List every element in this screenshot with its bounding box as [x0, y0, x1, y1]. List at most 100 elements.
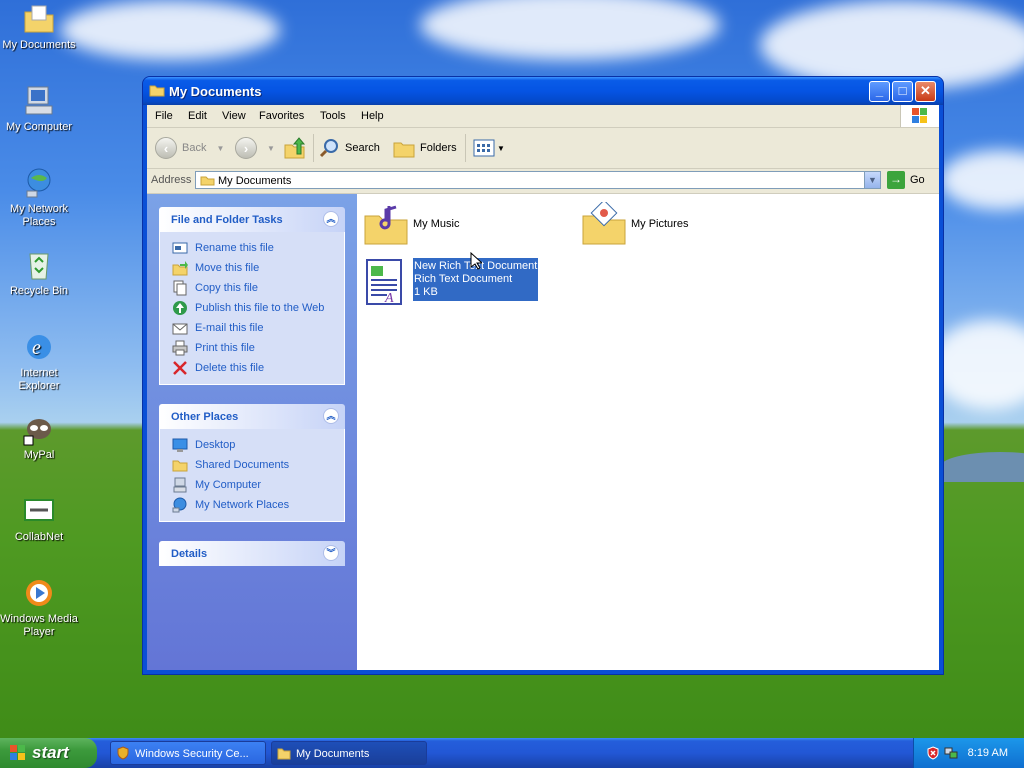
up-folder-button[interactable]	[283, 136, 307, 160]
folder-icon	[200, 176, 215, 186]
folders-icon	[393, 142, 415, 158]
place-desktop[interactable]: Desktop	[160, 435, 344, 455]
window-client: File Edit View Favorites Tools Help ‹ Ba…	[147, 105, 939, 670]
window-titlebar[interactable]: My Documents _ □ ✕	[143, 77, 943, 105]
toolbar-separator	[465, 134, 466, 162]
desktop-icon-my-documents[interactable]: My Documents	[0, 2, 78, 52]
minimize-button[interactable]: _	[869, 81, 890, 102]
svg-text:A: A	[384, 291, 394, 306]
file-name: My Music	[413, 218, 460, 230]
file-folder-tasks-body: Rename this file Move this file Copy thi…	[159, 232, 345, 385]
network-globe-icon	[172, 497, 187, 513]
desktop-icon-recycle-bin[interactable]: Recycle Bin	[0, 248, 78, 298]
raccoon-icon	[22, 412, 56, 446]
maximize-button[interactable]: □	[892, 81, 913, 102]
desktop-icon-label: Recycle Bin	[9, 285, 69, 297]
task-delete-file[interactable]: Delete this file	[160, 358, 344, 378]
file-new-rich-text-document[interactable]: A New Rich Text Document Rich Text Docum…	[363, 258, 563, 308]
forward-arrow-icon: ›	[235, 137, 257, 159]
desktop-icon-label: CollabNet	[14, 531, 64, 543]
menu-bar: File Edit View Favorites Tools Help	[147, 105, 939, 128]
computer-icon	[173, 477, 187, 493]
expand-chevron-icon[interactable]: ︾	[323, 545, 339, 561]
task-copy-file[interactable]: Copy this file	[160, 278, 344, 298]
publish-web-icon	[173, 301, 187, 315]
taskbar-button-windows-security-center[interactable]: Windows Security Ce...	[110, 741, 266, 765]
menu-edit[interactable]: Edit	[188, 110, 207, 122]
go-button[interactable]: → Go	[887, 171, 925, 189]
task-email-file[interactable]: E-mail this file	[160, 318, 344, 338]
search-button[interactable]: Search	[319, 136, 380, 160]
address-input[interactable]: My Documents ▼	[195, 171, 881, 189]
task-label: Delete this file	[195, 362, 265, 374]
go-arrow-icon: →	[887, 171, 905, 189]
task-label: Publish this file to the Web	[195, 302, 325, 314]
place-my-computer[interactable]: My Computer	[160, 475, 344, 495]
folder-my-pictures[interactable]: My Pictures	[581, 199, 781, 252]
collapse-chevron-icon[interactable]: ︽	[323, 211, 339, 227]
security-alert-shield-icon[interactable]	[926, 746, 940, 760]
distant-hill	[940, 452, 1024, 482]
menu-file[interactable]: File	[155, 110, 173, 122]
forward-button[interactable]: › ▼	[235, 136, 275, 160]
back-button[interactable]: ‹ Back ▼	[155, 136, 224, 160]
address-dropdown-button[interactable]: ▼	[864, 172, 880, 188]
place-my-network-places[interactable]: My Network Places	[160, 495, 344, 515]
start-button[interactable]: start	[0, 738, 97, 768]
windows-flag-icon	[900, 105, 939, 127]
views-button[interactable]: ▼	[473, 136, 505, 160]
printer-icon	[172, 340, 188, 356]
taskbar-button-label: Windows Security Ce...	[135, 748, 249, 760]
copy-icon	[173, 280, 187, 296]
menu-help[interactable]: Help	[361, 110, 384, 122]
desktop-icon-mypal[interactable]: MyPal	[0, 412, 78, 462]
place-shared-documents[interactable]: Shared Documents	[160, 455, 344, 475]
address-bar: Address My Documents ▼ → Go	[147, 169, 939, 194]
explorer-window: My Documents _ □ ✕ File Edit View Favori…	[143, 77, 943, 674]
cloud	[60, 0, 280, 60]
close-button[interactable]: ✕	[915, 81, 936, 102]
toolbar-separator	[313, 134, 314, 162]
other-places-panel: Other Places ︽ Desktop Shared Documents	[159, 404, 345, 522]
taskbar-button-my-documents[interactable]: My Documents	[271, 741, 427, 765]
email-icon	[172, 323, 188, 335]
menu-view[interactable]: View	[222, 110, 246, 122]
mouse-cursor-icon	[470, 252, 482, 270]
task-label: E-mail this file	[195, 322, 264, 334]
menu-tools[interactable]: Tools	[320, 110, 346, 122]
taskbar-clock[interactable]: 8:19 AM	[968, 747, 1008, 759]
file-name: My Pictures	[631, 218, 689, 230]
folder-icon	[277, 748, 291, 760]
task-rename-file[interactable]: Rename this file	[160, 238, 344, 258]
collapse-chevron-icon[interactable]: ︽	[323, 408, 339, 424]
taskbar: start Windows Security Ce... My Document…	[0, 738, 1024, 768]
desktop-icon-label: MyPal	[23, 449, 55, 461]
address-label: Address	[151, 174, 192, 186]
desktop-icon-my-network-places[interactable]: My Network Places	[0, 166, 78, 229]
desktop-icon-collabnet[interactable]: CollabNet	[0, 494, 78, 544]
network-tray-icon[interactable]	[944, 746, 958, 760]
folder-icon	[149, 83, 165, 97]
task-publish-file[interactable]: Publish this file to the Web	[160, 298, 344, 318]
other-places-header[interactable]: Other Places ︽	[159, 404, 345, 429]
task-label: Move this file	[195, 262, 260, 274]
task-move-file[interactable]: Move this file	[160, 258, 344, 278]
folder-my-music[interactable]: My Music	[363, 202, 563, 252]
desktop-icon-my-computer[interactable]: My Computer	[0, 84, 78, 134]
desktop-icon-label: Internet Explorer	[18, 367, 60, 392]
panel-title: File and Folder Tasks	[171, 214, 283, 226]
folder-icon	[22, 2, 56, 36]
file-folder-tasks-header[interactable]: File and Folder Tasks ︽	[159, 207, 345, 232]
standard-toolbar: ‹ Back ▼ › ▼ Search Folders ▼	[147, 128, 939, 169]
cloud	[930, 320, 1024, 410]
desktop-icon-internet-explorer[interactable]: e Internet Explorer	[0, 330, 78, 393]
place-label: Desktop	[195, 439, 236, 451]
place-label: My Network Places	[195, 499, 290, 511]
window-title: My Documents	[169, 84, 262, 99]
desktop-icon-windows-media-player[interactable]: Windows Media Player	[0, 576, 78, 639]
shared-folder-icon	[172, 460, 188, 472]
details-header[interactable]: Details ︾	[159, 541, 345, 566]
task-print-file[interactable]: Print this file	[160, 338, 344, 358]
menu-favorites[interactable]: Favorites	[259, 110, 304, 122]
folders-button[interactable]: Folders	[393, 136, 457, 160]
